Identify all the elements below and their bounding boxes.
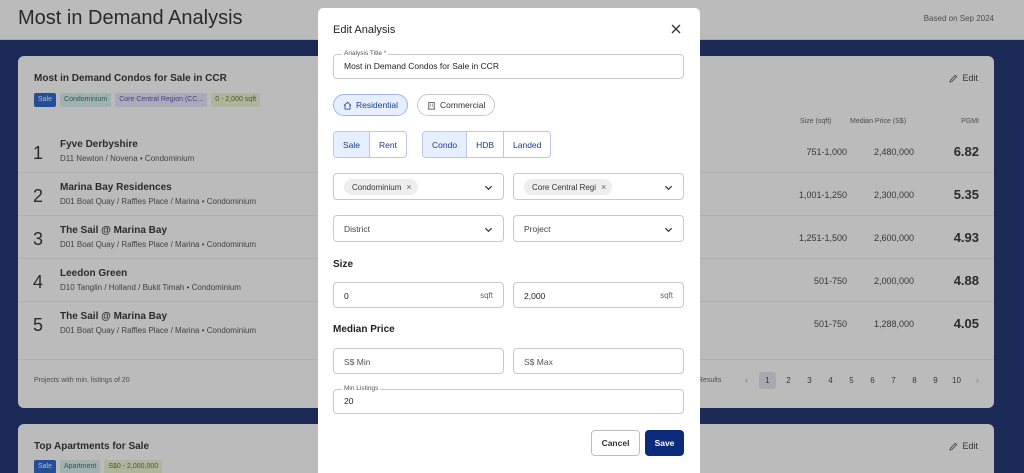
building-icon <box>427 101 436 110</box>
district-select[interactable]: District <box>333 215 504 242</box>
property-type-commercial[interactable]: Commercial <box>417 94 496 116</box>
size-max-input[interactable]: 2,000 sqft <box>513 282 684 308</box>
price-min-input[interactable]: S$ Min <box>333 348 504 374</box>
analysis-title-input[interactable] <box>344 61 664 71</box>
region-chip: Core Central Region (CCR) × <box>524 179 613 195</box>
project-placeholder: Project <box>524 224 551 234</box>
min-listings-field[interactable]: Min Listings <box>333 384 684 414</box>
cancel-button[interactable]: Cancel <box>591 430 640 456</box>
category-chip-label: Condominium <box>352 182 402 192</box>
close-button[interactable] <box>668 21 684 37</box>
min-listings-input[interactable] <box>344 396 664 406</box>
save-button[interactable]: Save <box>645 430 684 456</box>
size-min-unit: sqft <box>480 291 493 300</box>
price-max-placeholder: S$ Max <box>524 357 553 367</box>
category-chip: Condominium × <box>344 179 418 195</box>
property-type-residential[interactable]: Residential <box>333 94 409 116</box>
residential-label: Residential <box>356 100 399 110</box>
chevron-down-icon <box>664 227 673 233</box>
size-max-value: 2,000 <box>524 291 546 301</box>
min-listings-label: Min Listings <box>342 384 381 393</box>
building-type-landed[interactable]: Landed <box>503 132 551 157</box>
listing-type-sale[interactable]: Sale <box>334 132 370 157</box>
category-select[interactable]: Condominium × <box>333 173 504 200</box>
analysis-title-field[interactable]: Analysis Title * <box>333 49 684 79</box>
analysis-title-label: Analysis Title * <box>342 49 389 58</box>
dialog-title: Edit Analysis <box>333 24 396 36</box>
building-type-condo[interactable]: Condo <box>423 132 467 157</box>
remove-chip-icon[interactable]: × <box>406 182 411 192</box>
median-price-section-label: Median Price <box>333 324 395 335</box>
chevron-down-icon <box>484 185 493 191</box>
district-placeholder: District <box>344 224 370 234</box>
price-max-input[interactable]: S$ Max <box>513 348 684 374</box>
size-min-value: 0 <box>344 291 349 301</box>
size-section-label: Size <box>333 259 354 270</box>
close-icon <box>671 24 681 34</box>
price-min-placeholder: S$ Min <box>344 357 371 367</box>
region-chip-label: Core Central Region (CCR) <box>532 182 596 192</box>
listing-type-toggle: Sale Rent <box>333 131 407 158</box>
edit-analysis-dialog: Edit Analysis Analysis Title * Residenti… <box>318 8 700 473</box>
size-min-input[interactable]: 0 sqft <box>333 282 504 308</box>
house-icon <box>343 101 352 110</box>
size-max-unit: sqft <box>660 291 673 300</box>
building-type-toggle: Condo HDB Landed <box>422 131 552 158</box>
project-select[interactable]: Project <box>513 215 684 242</box>
commercial-label: Commercial <box>440 100 486 110</box>
region-select[interactable]: Core Central Region (CCR) × <box>513 173 684 200</box>
listing-type-rent[interactable]: Rent <box>369 132 406 157</box>
chevron-down-icon <box>664 185 673 191</box>
remove-chip-icon[interactable]: × <box>601 182 606 192</box>
chevron-down-icon <box>484 227 493 233</box>
building-type-hdb[interactable]: HDB <box>466 132 504 157</box>
